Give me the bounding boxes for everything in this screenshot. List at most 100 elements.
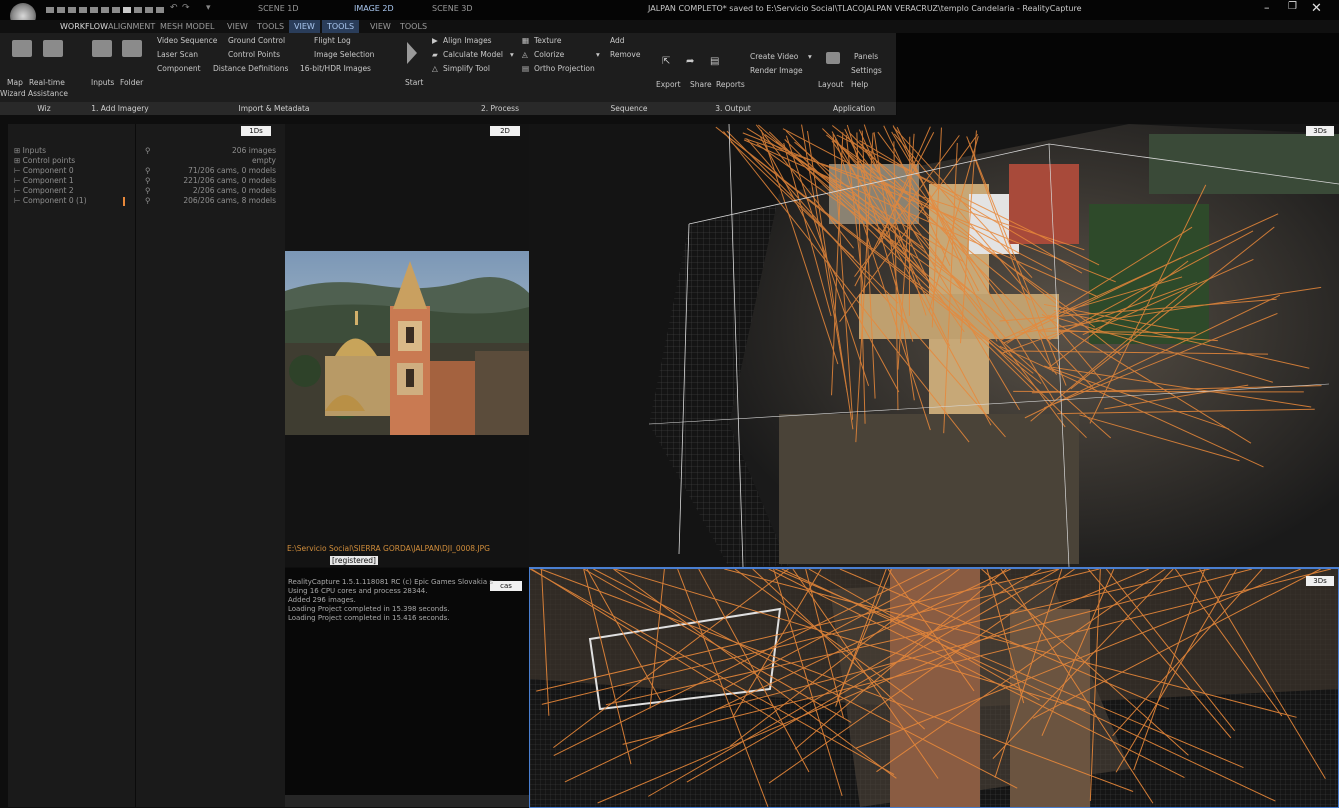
photo-preview[interactable] [285,251,529,435]
tree-value: 206/206 cams, 8 models [150,196,276,205]
map-button[interactable]: Map [7,78,23,87]
tab-tools[interactable]: TOOLS [252,20,289,33]
view-badge-1ds[interactable]: 1Ds [241,126,271,136]
quick-access-icon[interactable] [46,7,54,13]
hdr-images-button[interactable]: 16-bit/HDR Images [300,64,371,73]
quick-access-icon[interactable] [57,7,65,13]
quick-access-icon[interactable] [90,7,98,13]
quick-access-icon[interactable] [101,7,109,13]
realtime-button[interactable]: Real-time [29,78,65,87]
layout-button[interactable]: Layout [818,80,844,89]
tab-mesh-model[interactable]: MESH MODEL [155,20,219,33]
quick-access-icon[interactable] [68,7,76,13]
tree-item-component-2[interactable]: ⊢ Component 2 [14,186,74,195]
component-button[interactable]: Component [157,64,201,73]
colorize-dropdown-icon[interactable]: ▾ [596,50,600,59]
tree-value: 2/206 cams, 0 models [150,186,276,195]
flight-log-button[interactable]: Flight Log [314,36,351,45]
tab-view[interactable]: VIEW [222,20,253,33]
quick-access-icon[interactable] [123,7,131,13]
export-icon: ⇱ [662,56,670,67]
tab-view-3d[interactable]: VIEW [365,20,396,33]
section-add-imagery: 1. Add Imagery [88,102,153,115]
tab-view-2d[interactable]: VIEW [289,20,320,33]
plaza-area [779,414,1079,564]
align-images-button[interactable]: Align Images [443,36,492,45]
tab-scene-3d[interactable]: SCENE 3D [432,4,473,13]
tree-value: 221/206 cams, 0 models [150,176,276,185]
render-image-button[interactable]: Render Image [750,66,803,75]
tab-alignment[interactable]: ALIGNMENT [103,20,160,33]
close-icon[interactable]: ✕ [1311,1,1322,16]
quick-access-icon[interactable] [156,7,164,13]
tree-item-component-1[interactable]: ⊢ Component 1 [14,176,74,185]
settings-button[interactable]: Settings [851,66,882,75]
restore-icon[interactable]: ❐ [1288,1,1297,12]
console-badge[interactable]: cas [490,581,522,591]
colorize-button[interactable]: Colorize [534,50,564,59]
scene-3d-top-viewport[interactable] [529,124,1339,567]
quick-access-icon[interactable] [145,7,153,13]
view-badge-3ds-top[interactable]: 3Ds [1306,126,1334,136]
layout-icon[interactable] [826,52,840,64]
simplify-tool-button[interactable]: Simplify Tool [443,64,490,73]
camera-ray [1013,391,1304,392]
customize-icon[interactable]: ▾ [206,3,211,13]
tab-image-2d[interactable]: IMAGE 2D [354,4,394,13]
calculate-model-dropdown-icon[interactable]: ▾ [510,50,514,59]
realtime-icon[interactable] [43,40,63,57]
inputs-button[interactable]: Inputs [91,78,114,87]
create-video-button[interactable]: Create Video [750,52,798,61]
section-application: Application [812,102,897,115]
quick-access-icon[interactable] [112,7,120,13]
share-button[interactable]: Share [690,80,712,89]
laser-scan-button[interactable]: Laser Scan [157,50,198,59]
help-button[interactable]: Help [851,80,868,89]
quick-access-icon[interactable] [79,7,87,13]
start-button[interactable]: Start [405,78,423,87]
wizard-assistance-button[interactable]: Wizard Assistance [0,89,68,98]
tree-item-component-0[interactable]: ⊢ Component 0 [14,166,74,175]
point-cloud-top [529,124,1339,567]
inputs-icon[interactable] [92,40,112,57]
view-badge-3ds-bottom[interactable]: 3Ds [1306,576,1334,586]
sequence-add-button[interactable]: Add [610,36,625,45]
quick-access-icon[interactable] [134,7,142,13]
panels-button[interactable]: Panels [854,52,878,61]
video-sequence-button[interactable]: Video Sequence [157,36,217,45]
minimize-icon[interactable]: – [1264,1,1270,14]
sequence-remove-button[interactable]: Remove [610,50,640,59]
undo-icon[interactable]: ↶ [170,3,178,13]
tree-value: 206 images [150,146,276,155]
control-points-button[interactable]: Control Points [228,50,280,59]
image-path-block: E:\Servicio Social\SIERRA GORDA\JALPAN\D… [287,544,527,554]
export-button[interactable]: Export [656,80,681,89]
create-video-dropdown-icon[interactable]: ▾ [808,52,812,61]
tree-value: empty [150,156,276,165]
texture-button[interactable]: Texture [534,36,561,45]
console-scrollbar[interactable] [285,795,529,807]
ortho-projection-button[interactable]: Ortho Projection [534,64,595,73]
tree-item-inputs[interactable]: ⊞ Inputs [14,146,46,155]
tab-tools-3d[interactable]: TOOLS [395,20,432,33]
folder-icon[interactable] [122,40,142,57]
distance-definitions-button[interactable]: Distance Definitions [213,64,288,73]
reports-button[interactable]: Reports [716,80,745,89]
redo-icon[interactable]: ↷ [182,3,190,13]
ribbon-empty-area [896,33,1339,102]
image-selection-button[interactable]: Image Selection [314,50,374,59]
tab-tools-2d[interactable]: TOOLS [322,20,359,33]
map-icon[interactable] [12,40,32,57]
point-cloud-bottom [530,569,1338,807]
ground-control-button[interactable]: Ground Control [228,36,285,45]
tree-item-component-0-1[interactable]: ⊢ Component 0 (1) [14,196,87,205]
tree-item-control-points[interactable]: ⊞ Control points [14,156,75,165]
view-badge-2d[interactable]: 2D [490,126,520,136]
align-images-icon: ▶ [432,36,438,45]
ortho-projection-icon: ▤ [522,64,529,73]
scene-3d-bottom-viewport[interactable] [529,567,1339,808]
calculate-model-button[interactable]: Calculate Model [443,50,503,59]
folder-button[interactable]: Folder [120,78,143,87]
tab-scene-1d[interactable]: SCENE 1D [258,4,299,13]
log-line: Loading Project completed in 15.398 seco… [288,605,450,614]
